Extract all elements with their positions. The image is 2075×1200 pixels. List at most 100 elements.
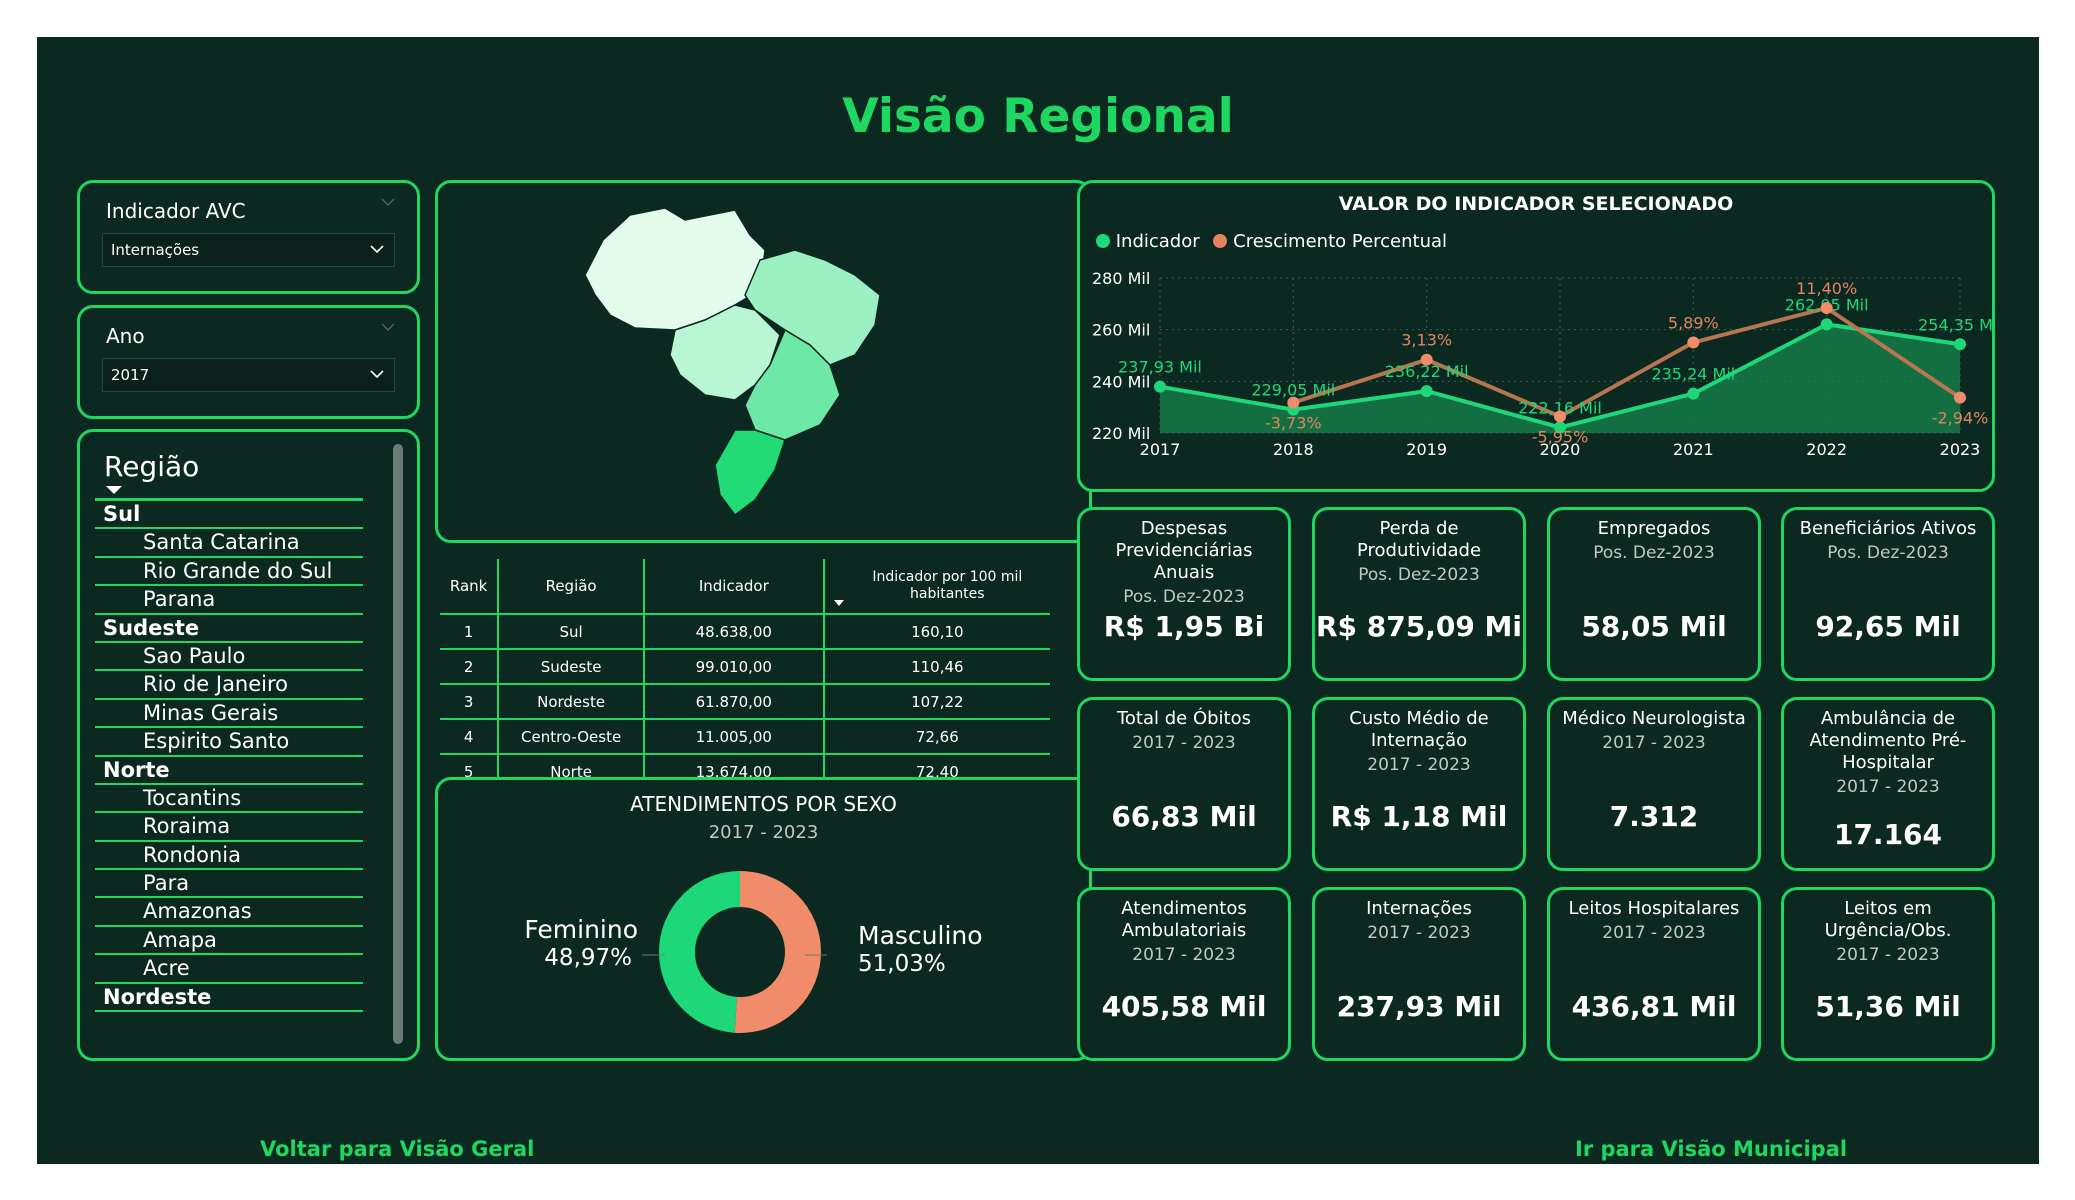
table-cell: 11.005,00 <box>643 719 825 755</box>
table-cell: 48.638,00 <box>643 614 825 650</box>
page-title: Visão Regional <box>842 89 1234 144</box>
y-tick-label: 260 Mil <box>1092 321 1150 340</box>
rank-table: Rank Região Indicador Indicador por 100 … <box>440 559 1050 790</box>
kpi-value: 92,65 Mil <box>1815 610 1961 643</box>
indicador-slicer-label: Indicador AVC <box>106 199 246 223</box>
kpi-title-text: Total de Óbitos <box>1116 708 1252 729</box>
kpi-title: Beneficiários Ativos Pos. Dez-2023 <box>1784 518 1992 564</box>
kpi-title: Leitos Hospitalares 2017 - 2023 <box>1550 898 1758 944</box>
brazil-map[interactable] <box>435 180 1092 543</box>
indicador-dropdown-value: Internações <box>111 241 200 259</box>
kpi-value: 51,36 Mil <box>1815 990 1961 1023</box>
col-indicador-header[interactable]: Indicador <box>643 559 825 615</box>
kpi-title-text: Internações <box>1366 898 1472 919</box>
clear-selection-icon[interactable] <box>381 322 395 332</box>
kpi-card: Ambulância de Atendimento Pré-Hospitalar… <box>1781 697 1995 871</box>
clear-selection-icon[interactable] <box>381 197 395 207</box>
growth-point <box>1287 396 1300 409</box>
kpi-value: 436,81 Mil <box>1571 990 1737 1023</box>
region-state-item[interactable]: Minas Gerais <box>95 700 363 729</box>
chevron-down-icon <box>370 370 384 379</box>
region-state-item[interactable]: Para <box>95 870 363 899</box>
regiao-slicer: Região Sul Santa Catarina Rio Grande do Su… <box>77 429 420 1061</box>
sexo-panel: ATENDIMENTOS POR SEXO 2017 - 2023 Femini… <box>435 777 1092 1061</box>
region-state-item[interactable]: Santa Catarina <box>95 529 363 558</box>
x-tick-label: 2018 <box>1273 440 1314 459</box>
growth-data-label: 3,13% <box>1401 331 1452 350</box>
kpi-value: 58,05 Mil <box>1581 610 1727 643</box>
region-state-item[interactable]: Amazonas <box>95 898 363 927</box>
kpi-title: Ambulância de Atendimento Pré-Hospitalar… <box>1784 708 1992 798</box>
region-state-item[interactable]: Rondonia <box>95 842 363 871</box>
region-group-item[interactable]: Norte <box>95 757 363 785</box>
col-per100k-label: Indicador por 100 mil habitantes <box>872 569 1023 602</box>
indicator-line-chart[interactable]: 280 Mil260 Mil240 Mil220 Mil2017 2018 2019… <box>1080 183 1992 489</box>
region-group-item[interactable]: Sul <box>95 501 363 530</box>
table-row[interactable]: 3 Nordeste 61.870,00 107,22 <box>440 684 1050 720</box>
kpi-title-text: Leitos Hospitalares <box>1568 898 1740 919</box>
kpi-subtitle: 2017 - 2023 <box>1132 733 1236 753</box>
kpi-card: Internações 2017 - 2023 237,93 Mil <box>1312 887 1526 1061</box>
kpi-subtitle: Pos. Dez-2023 <box>1358 565 1480 585</box>
kpi-title-text: Ambulância de Atendimento Pré-Hospitalar <box>1809 708 1967 773</box>
scrollbar[interactable] <box>393 444 403 1044</box>
table-cell: 61.870,00 <box>643 684 825 720</box>
table-row[interactable]: 2 Sudeste 99.010,00 110,46 <box>440 649 1050 685</box>
x-tick-label: 2023 <box>1940 440 1981 459</box>
growth-data-label: 5,89% <box>1668 313 1719 332</box>
region-sul <box>714 429 786 517</box>
kpi-value: R$ 875,09 Mi <box>1315 610 1523 643</box>
region-group-item[interactable]: Nordeste <box>95 984 363 1013</box>
indicador-data-label: 254,35 Mil <box>1918 315 1992 334</box>
col-per100k-header[interactable]: Indicador por 100 mil habitantes <box>823 559 1050 615</box>
growth-data-label: 11,40% <box>1796 279 1857 298</box>
region-state-item[interactable]: Espirito Santo <box>95 728 363 757</box>
feminino-pct: 48,97% <box>544 945 632 971</box>
region-state-item[interactable]: Tocantins <box>95 785 363 814</box>
kpi-card: Leitos Hospitalares 2017 - 2023 436,81 Mil <box>1547 887 1761 1061</box>
col-regiao-header[interactable]: Região <box>498 559 645 615</box>
y-tick-label: 280 Mil <box>1092 269 1150 288</box>
kpi-value: R$ 1,18 Mil <box>1330 800 1508 833</box>
indicador-data-label: 235,24 Mil <box>1651 365 1735 384</box>
kpi-subtitle: Pos. Dez-2023 <box>1827 543 1949 563</box>
table-row[interactable]: 4 Centro-Oeste 11.005,00 72,66 <box>440 719 1050 755</box>
x-tick-label: 2019 <box>1406 440 1447 459</box>
col-rank-header[interactable]: Rank <box>440 559 500 615</box>
ano-dropdown[interactable]: 2017 <box>102 358 395 392</box>
indicador-point <box>1154 380 1166 393</box>
region-state-item[interactable]: Amapa <box>95 927 363 956</box>
regiao-header: Região <box>104 450 200 483</box>
growth-data-label: -5,95% <box>1532 427 1589 446</box>
caret-down-icon[interactable] <box>104 484 124 496</box>
chart-panel: VALOR DO INDICADOR SELECIONADO Indicador… <box>1077 180 1995 492</box>
back-link[interactable]: Voltar para Visão Geral <box>260 1137 534 1161</box>
indicador-dropdown[interactable]: Internações <box>102 233 395 267</box>
region-state-item[interactable]: Rio de Janeiro <box>95 671 363 700</box>
table-row[interactable]: 1 Sul 48.638,00 160,10 <box>440 614 1050 650</box>
kpi-card: Total de Óbitos 2017 - 2023 66,83 Mil <box>1077 697 1291 871</box>
region-state-item[interactable]: Roraima <box>95 813 363 842</box>
region-state-item[interactable]: Sao Paulo <box>95 643 363 672</box>
table-cell: 99.010,00 <box>643 649 825 685</box>
region-state-item[interactable]: Parana <box>95 586 363 615</box>
growth-data-label: -2,94% <box>1932 409 1989 428</box>
region-group-item[interactable]: Sudeste <box>95 615 363 643</box>
kpi-title-text: Leitos em Urgência/Obs. <box>1824 898 1952 941</box>
kpi-title-text: Perda de Produtividade <box>1356 518 1482 561</box>
kpi-title-text: Atendimentos Ambulatoriais <box>1121 898 1247 941</box>
kpi-title-text: Empregados <box>1597 518 1711 539</box>
ano-slicer: Ano 2017 <box>77 305 420 419</box>
region-state-item[interactable]: Rio Grande do Sul <box>95 558 363 587</box>
region-list: Sul Santa Catarina Rio Grande do Sul Parana… <box>95 501 363 1013</box>
kpi-subtitle: 2017 - 2023 <box>1367 923 1471 943</box>
x-tick-label: 2021 <box>1673 440 1714 459</box>
forward-link[interactable]: Ir para Visão Municipal <box>1575 1137 1847 1161</box>
kpi-title: Internações 2017 - 2023 <box>1315 898 1523 944</box>
kpi-value: 405,58 Mil <box>1101 990 1267 1023</box>
table-cell: Sul <box>498 614 645 650</box>
table-cell: 1 <box>440 614 500 650</box>
sort-desc-icon <box>833 600 844 606</box>
rank-table-body: 1 Sul 48.638,00 160,10 2 Sudeste 99.010,00 110,… <box>440 614 1050 790</box>
region-state-item[interactable]: Acre <box>95 955 363 984</box>
